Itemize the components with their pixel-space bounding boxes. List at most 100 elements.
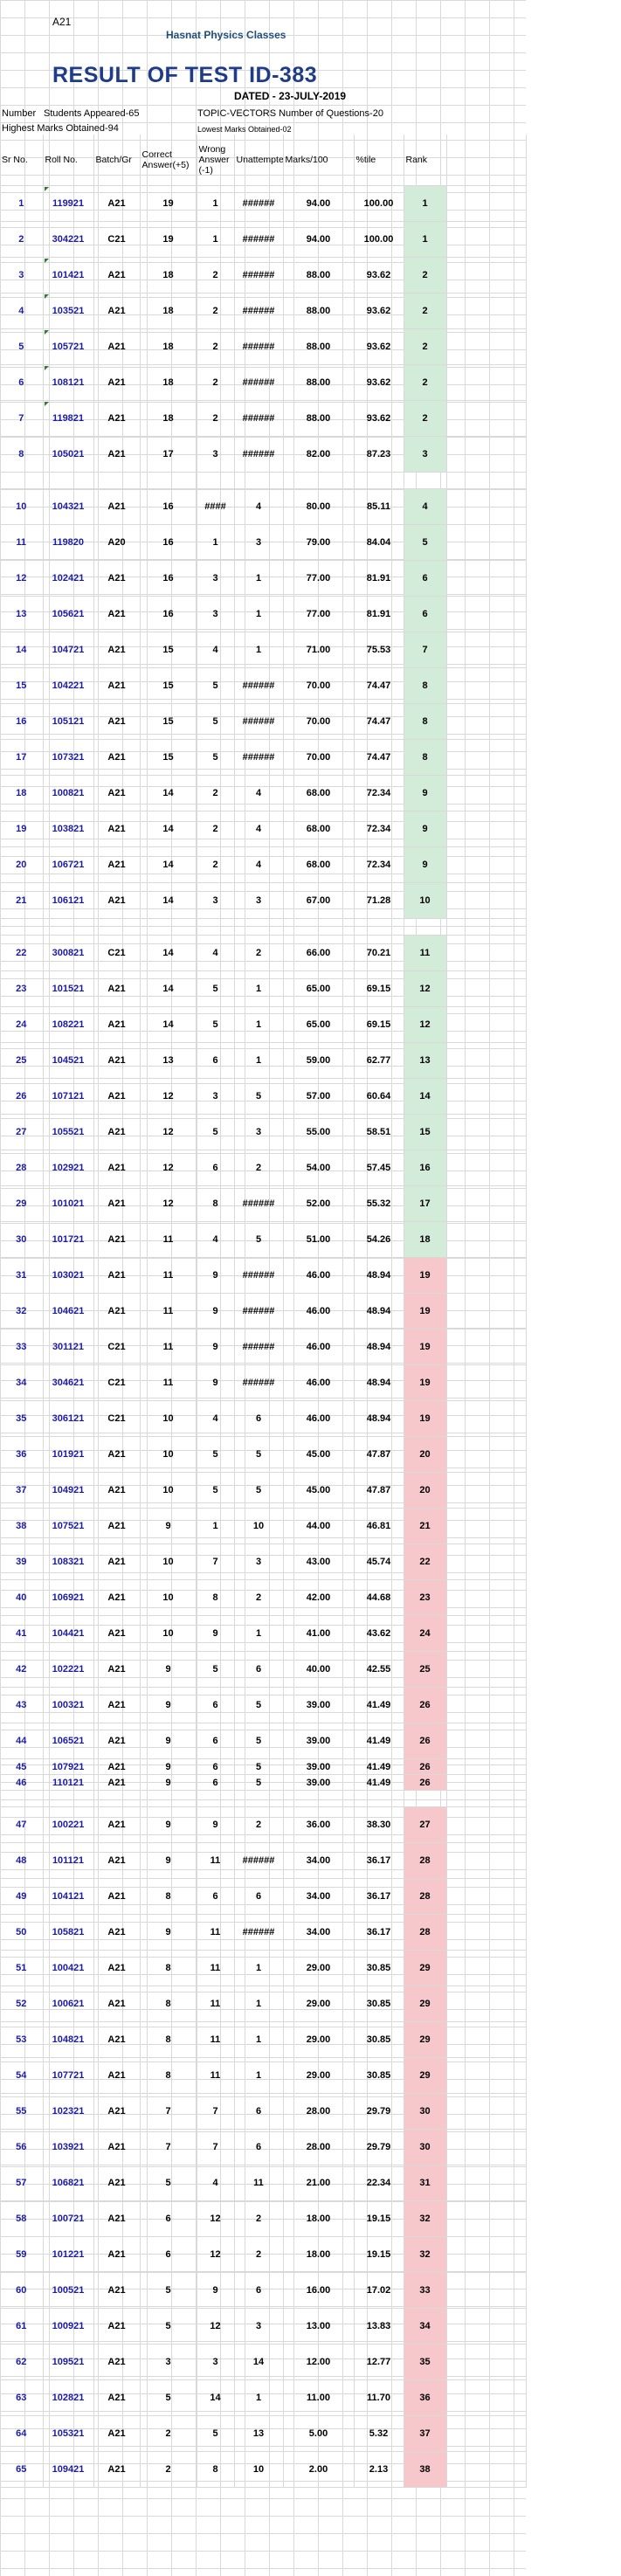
empty-cell	[446, 1364, 527, 1401]
cell-wrong: 5	[197, 1472, 235, 1509]
cell-rank: 33	[404, 2272, 447, 2309]
cell-roll: 104721	[43, 632, 94, 668]
cell-percentile: 93.62	[354, 293, 404, 329]
empty-cell	[446, 1914, 527, 1951]
cell-batch: A21	[93, 1078, 141, 1115]
table-row: 7 119821 A21 18 2 ###### 88.00 93.62 2	[0, 400, 527, 437]
cell-wrong: 11	[197, 1986, 235, 2022]
cell-rank: 24	[404, 1615, 447, 1652]
cell-unattempted: ######	[234, 1914, 284, 1951]
blank-cell	[43, 1790, 94, 1807]
empty-cell	[446, 1042, 527, 1079]
cell-percentile: 48.94	[354, 1257, 404, 1294]
cell-percentile: 30.85	[354, 1950, 404, 1986]
cell-marks: 77.00	[283, 596, 355, 632]
cell-percentile: 19.15	[354, 2200, 404, 2237]
cell-marks: 29.00	[283, 2021, 355, 2058]
cell-percentile: 36.17	[354, 1878, 404, 1915]
cell-percentile: 22.34	[354, 2165, 404, 2201]
empty-cell	[446, 436, 527, 473]
cell-roll: 119921	[43, 185, 94, 222]
cell-marks: 68.00	[283, 811, 355, 847]
cell-sr: 8	[0, 436, 44, 473]
blank-cell	[234, 1790, 284, 1807]
table-row: 29 101021 A21 12 8 ###### 52.00 55.32 17	[0, 1185, 527, 1222]
cell-wrong: 5	[197, 1114, 235, 1150]
cell-percentile: 47.87	[354, 1436, 404, 1473]
cell-percentile: 72.34	[354, 811, 404, 847]
cell-sr: 41	[0, 1615, 44, 1652]
cell-unattempted: 1	[234, 970, 284, 1007]
cell-rank: 26	[404, 1758, 447, 1775]
cell-batch: A21	[93, 970, 141, 1007]
cell-batch: A21	[93, 1651, 141, 1688]
cell-wrong: 9	[197, 1806, 235, 1843]
cell-wrong: 8	[197, 1579, 235, 1616]
table-row: 2 304221 C21 19 1 ###### 94.00 100.00 1	[0, 221, 527, 258]
cell-unattempted: 5	[234, 1723, 284, 1759]
table-row: 58 100721 A21 6 12 2 18.00 19.15 32	[0, 2200, 527, 2237]
cell-roll: 101221	[43, 2236, 94, 2273]
empty-cell	[446, 596, 527, 632]
cell-percentile: 100.00	[354, 221, 404, 258]
cell-rank: 13	[404, 1042, 447, 1079]
cell-unattempted: ######	[234, 1842, 284, 1879]
cell-rank: 8	[404, 739, 447, 776]
cell-unattempted: 10	[234, 2451, 284, 2488]
cell-rank: 19	[404, 1257, 447, 1294]
cell-rank: 7	[404, 632, 447, 668]
cell-marks: 88.00	[283, 364, 355, 401]
cell-rank: 20	[404, 1436, 447, 1473]
cell-correct: 14	[140, 882, 197, 919]
cell-percentile: 54.26	[354, 1221, 404, 1258]
cell-wrong: 3	[197, 882, 235, 919]
cell-wrong: 12	[197, 2308, 235, 2345]
organization-name: Hasnat Physics Classes	[166, 29, 286, 41]
cell-unattempted: 1	[234, 2057, 284, 2094]
cell-sr: 6	[0, 364, 44, 401]
empty-cell	[446, 1472, 527, 1509]
number-label: Number	[2, 108, 37, 119]
cell-percentile: 48.94	[354, 1400, 404, 1437]
cell-sr: 63	[0, 2379, 44, 2416]
empty-cell	[446, 2236, 527, 2273]
cell-roll: 110121	[43, 1774, 94, 1791]
cell-marks: 70.00	[283, 739, 355, 776]
cell-correct: 16	[140, 560, 197, 597]
cell-sr: 28	[0, 1150, 44, 1186]
cell-rank: 22	[404, 1544, 447, 1580]
cell-batch: A21	[93, 667, 141, 704]
cell-unattempted: 2	[234, 935, 284, 971]
cell-batch: A21	[93, 436, 141, 473]
cell-percentile: 93.62	[354, 400, 404, 437]
cell-sr: 16	[0, 703, 44, 740]
cell-batch: C21	[93, 1400, 141, 1437]
students-appeared: Students Appeared-65	[44, 108, 140, 119]
cell-unattempted: ######	[234, 257, 284, 294]
table-row: 63 102821 A21 5 14 1 11.00 11.70 36	[0, 2379, 527, 2416]
cell-batch: A21	[93, 1878, 141, 1915]
empty-cell	[446, 2379, 527, 2416]
cell-unattempted: ######	[234, 1329, 284, 1365]
empty-cell	[446, 488, 527, 525]
cell-rank: 25	[404, 1651, 447, 1688]
cell-wrong: 5	[197, 739, 235, 776]
table-row: 22 300821 C21 14 4 2 66.00 70.21 11	[0, 935, 527, 971]
cell-wrong: 1	[197, 524, 235, 561]
empty-cell	[446, 667, 527, 704]
cell-correct: 11	[140, 1329, 197, 1365]
cell-wrong: 11	[197, 1950, 235, 1986]
cell-batch: A21	[93, 560, 141, 597]
blank-cell	[43, 918, 94, 936]
cell-roll: 105821	[43, 1914, 94, 1951]
cell-unattempted: 6	[234, 1878, 284, 1915]
cell-marks: 28.00	[283, 2129, 355, 2165]
cell-rank: 21	[404, 1508, 447, 1544]
cell-correct: 9	[140, 1842, 197, 1879]
col-header-wrong: Wrong Answer (-1)	[197, 135, 235, 186]
empty-cell	[446, 739, 527, 776]
empty-cell	[446, 2057, 527, 2094]
cell-roll: 104821	[43, 2021, 94, 2058]
cell-sr: 34	[0, 1364, 44, 1401]
cell-wrong: 6	[197, 1774, 235, 1791]
